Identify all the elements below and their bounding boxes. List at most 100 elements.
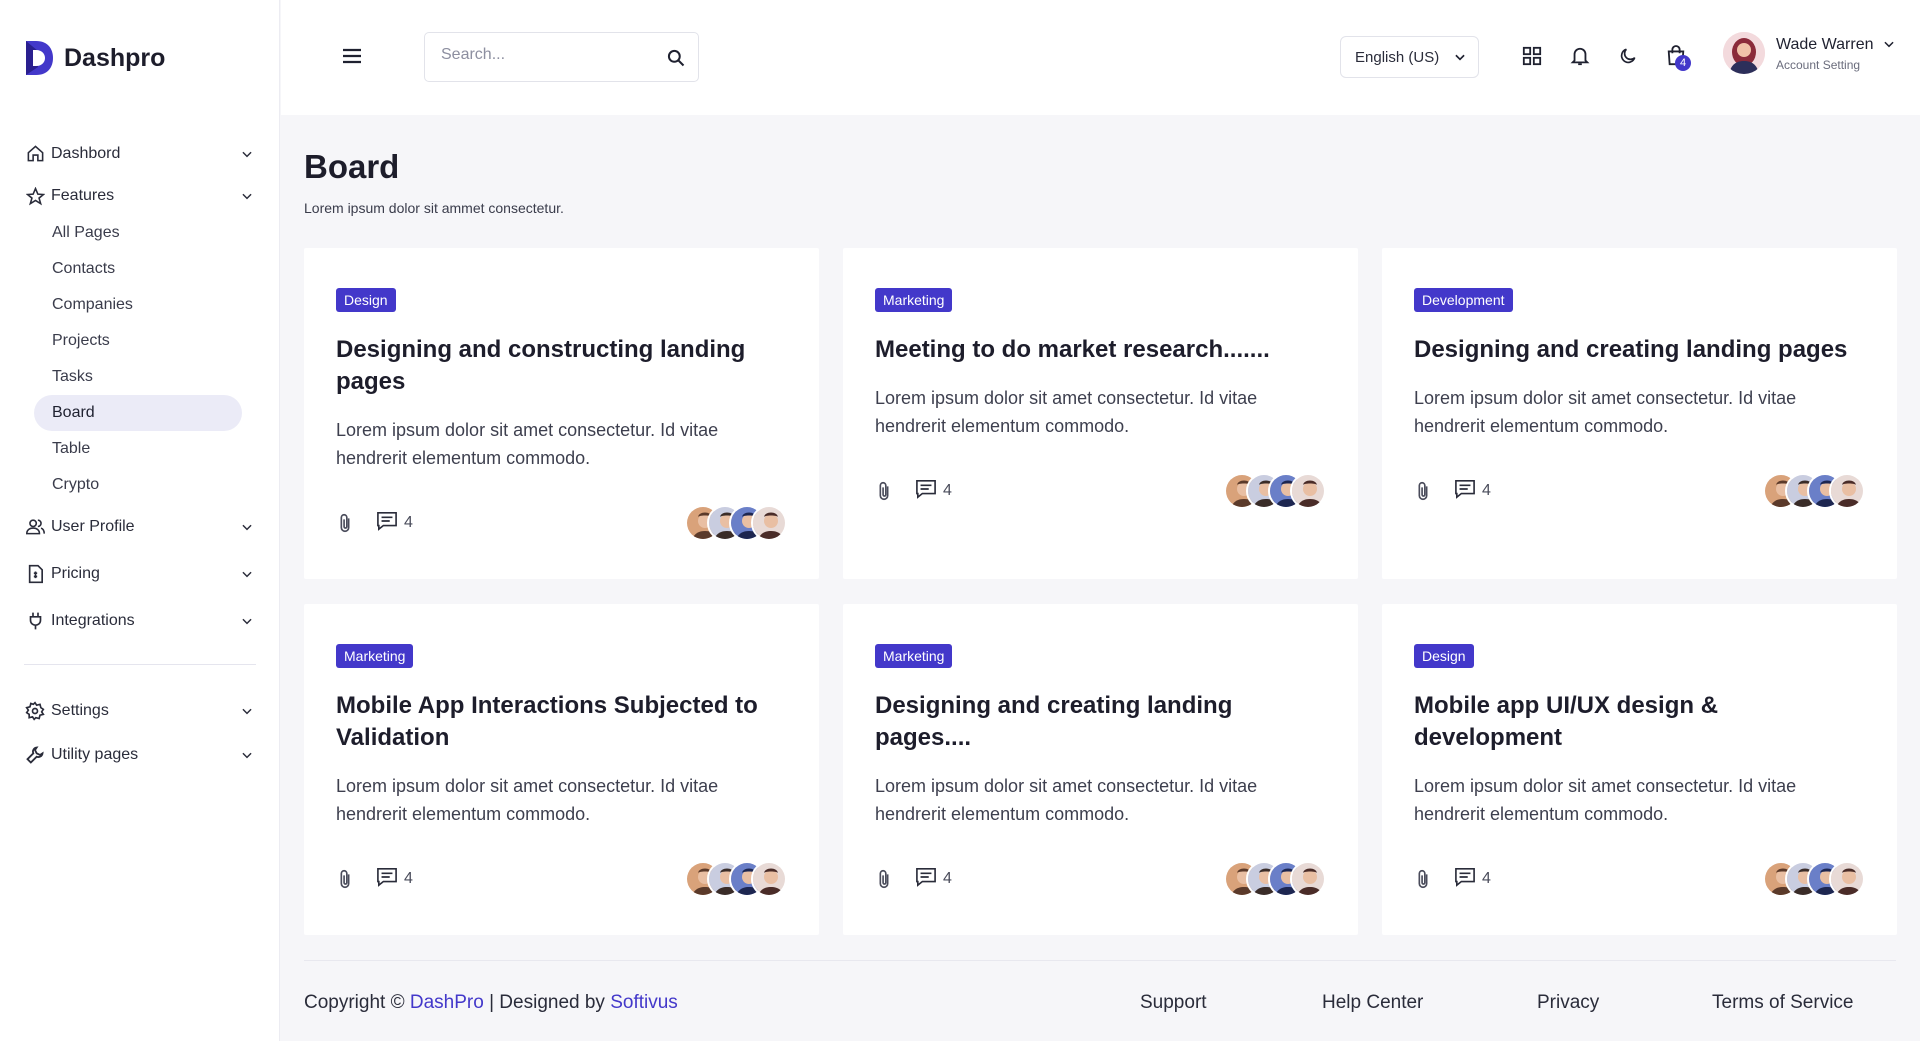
- footer-link-help-center[interactable]: Help Center: [1322, 992, 1423, 1014]
- assignee-avatars[interactable]: [1763, 861, 1865, 897]
- board-card[interactable]: Development Designing and creating landin…: [1382, 248, 1897, 579]
- board-card[interactable]: Design Mobile app UI/UX design & developm…: [1382, 604, 1897, 935]
- paperclip-icon[interactable]: [1414, 480, 1432, 502]
- chevron-down-icon: [238, 746, 256, 764]
- sidebar-item-label: Dashbord: [51, 144, 121, 162]
- comment-icon: [1454, 479, 1476, 504]
- chevron-down-icon: [1882, 37, 1898, 53]
- avatar: [751, 861, 787, 897]
- sidebar-item-features[interactable]: Features: [24, 177, 256, 215]
- sidebar-item-pricing[interactable]: Pricing: [24, 550, 256, 597]
- sub-item-crypto[interactable]: Crypto: [34, 467, 242, 503]
- sidebar-item-integrations[interactable]: Integrations: [24, 597, 256, 644]
- chevron-down-icon: [238, 702, 256, 720]
- search-icon[interactable]: [666, 48, 686, 68]
- card-title[interactable]: Mobile app UI/UX design & development: [1414, 690, 1864, 754]
- card-description: Lorem ipsum dolor sit amet consectetur. …: [1414, 388, 1797, 436]
- sub-item-projects[interactable]: Projects: [34, 323, 242, 359]
- sidebar-item-dashboard[interactable]: Dashbord: [24, 130, 256, 177]
- logo[interactable]: Dashpro: [22, 38, 165, 78]
- user-menu[interactable]: Wade Warren Account Setting: [1723, 32, 1898, 74]
- dark-mode-icon[interactable]: [1615, 43, 1641, 69]
- comments-count[interactable]: 4: [376, 511, 413, 536]
- card-description: Lorem ipsum dolor sit amet consectetur. …: [336, 776, 719, 824]
- cart-icon[interactable]: 4: [1663, 43, 1691, 71]
- comments-count[interactable]: 4: [915, 867, 952, 892]
- sub-item-tasks[interactable]: Tasks: [34, 359, 242, 395]
- paperclip-icon[interactable]: [336, 868, 354, 890]
- footer-divider: [304, 960, 1896, 961]
- sidebar-item-label: Utility pages: [51, 746, 139, 763]
- cart-count-badge: 4: [1675, 55, 1691, 71]
- main-content: Board Lorem ipsum dolor sit ammet consec…: [304, 148, 1897, 935]
- sidebar-item-label: Integrations: [51, 611, 135, 629]
- paperclip-icon[interactable]: [336, 512, 354, 534]
- sub-item-all-pages[interactable]: All Pages: [34, 215, 242, 251]
- language-select[interactable]: English (US): [1340, 36, 1479, 78]
- avatar: [751, 505, 787, 541]
- paperclip-icon[interactable]: [1414, 868, 1432, 890]
- comments-count[interactable]: 4: [915, 479, 952, 504]
- sub-item-table[interactable]: Table: [34, 431, 242, 467]
- footer-link-support[interactable]: Support: [1140, 992, 1207, 1014]
- card-title[interactable]: Designing and creating landing pages: [1414, 334, 1864, 366]
- language-label: English (US): [1355, 48, 1440, 66]
- avatar: [1723, 32, 1765, 74]
- chevron-down-icon: [238, 187, 256, 205]
- footer: Copyright © DashPro | Designed by Softiv…: [281, 960, 1920, 1041]
- apps-grid-icon[interactable]: [1519, 43, 1545, 69]
- assignee-avatars[interactable]: [685, 861, 787, 897]
- card-description: Lorem ipsum dolor sit amet consectetur. …: [875, 776, 1258, 824]
- category-tag: Design: [336, 288, 396, 312]
- sub-item-companies[interactable]: Companies: [34, 287, 242, 323]
- paperclip-icon[interactable]: [875, 868, 893, 890]
- card-title[interactable]: Mobile App Interactions Subjected to Val…: [336, 690, 786, 754]
- footer-link-privacy[interactable]: Privacy: [1537, 992, 1599, 1014]
- search-box: [424, 32, 699, 82]
- category-tag: Development: [1414, 288, 1513, 312]
- card-footer: 4: [336, 505, 787, 541]
- card-footer: 4: [1414, 861, 1865, 897]
- bell-icon[interactable]: [1567, 43, 1593, 69]
- board-card[interactable]: Design Designing and constructing landing…: [304, 248, 819, 579]
- search-input[interactable]: [441, 46, 651, 64]
- card-title[interactable]: Designing and creating landing pages....: [875, 690, 1325, 754]
- designer-link[interactable]: Softivus: [610, 992, 678, 1013]
- assignee-avatars[interactable]: [685, 505, 787, 541]
- paperclip-icon[interactable]: [875, 480, 893, 502]
- category-tag: Marketing: [875, 644, 953, 668]
- home-icon: [24, 143, 46, 165]
- card-description: Lorem ipsum dolor sit amet consectetur. …: [875, 388, 1258, 436]
- card-title[interactable]: Designing and constructing landing pages: [336, 334, 786, 398]
- board-card[interactable]: Marketing Designing and creating landing …: [843, 604, 1358, 935]
- sidebar-item-label: Pricing: [51, 564, 100, 582]
- comments-count[interactable]: 4: [376, 867, 413, 892]
- star-icon: [24, 185, 46, 207]
- sidebar-item-label: Settings: [51, 702, 109, 719]
- comments-count[interactable]: 4: [1454, 479, 1491, 504]
- comments-number: 4: [404, 870, 413, 887]
- sidebar-item-user-profile[interactable]: User Profile: [24, 503, 256, 550]
- board-card[interactable]: Marketing Meeting to do market research..…: [843, 248, 1358, 579]
- assignee-avatars[interactable]: [1763, 473, 1865, 509]
- sidebar-item-label: User Profile: [51, 517, 135, 535]
- card-title[interactable]: Meeting to do market research.......: [875, 334, 1325, 366]
- sub-item-board[interactable]: Board: [34, 395, 242, 431]
- app-name: Dashpro: [64, 43, 166, 72]
- assignee-avatars[interactable]: [1224, 861, 1326, 897]
- users-icon: [24, 516, 46, 538]
- chevron-down-icon: [238, 518, 256, 536]
- menu-toggle-icon[interactable]: [341, 45, 367, 67]
- sidebar-item-label: Features: [51, 187, 115, 204]
- designed-by-text: | Designed by: [489, 992, 605, 1013]
- features-submenu: All Pages Contacts Companies Projects Ta…: [34, 215, 256, 503]
- assignee-avatars[interactable]: [1224, 473, 1326, 509]
- sidebar-item-utility-pages[interactable]: Utility pages: [24, 733, 256, 777]
- brand-link[interactable]: DashPro: [410, 992, 484, 1013]
- board-card[interactable]: Marketing Mobile App Interactions Subject…: [304, 604, 819, 935]
- footer-link-terms[interactable]: Terms of Service: [1712, 992, 1853, 1014]
- comments-count[interactable]: 4: [1454, 867, 1491, 892]
- sidebar-item-settings[interactable]: Settings: [24, 689, 256, 733]
- sub-item-contacts[interactable]: Contacts: [34, 251, 242, 287]
- card-footer: 4: [336, 861, 787, 897]
